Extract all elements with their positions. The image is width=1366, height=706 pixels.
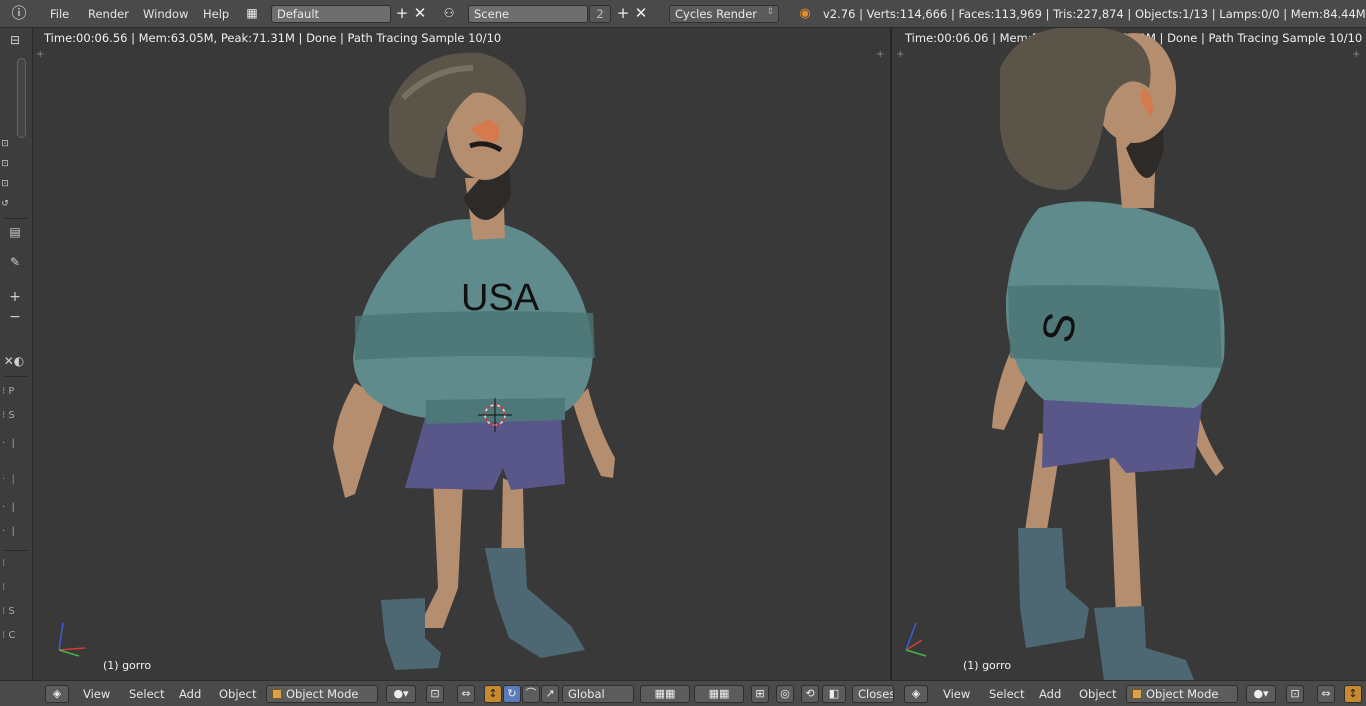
menu-view[interactable]: View <box>943 687 970 701</box>
menu-add[interactable]: Add <box>1039 687 1061 701</box>
shelf-row-handle[interactable]: ⁝ C <box>2 630 15 641</box>
shirt-text: USA <box>461 277 540 319</box>
render-engine-select[interactable]: Cycles Render ⇕ <box>669 5 779 23</box>
axis-gizmo-icon <box>905 622 927 657</box>
manipulator-toggle-icon[interactable]: ⇔ <box>457 685 475 703</box>
object-mode-icon <box>272 689 282 699</box>
snap-element-icon[interactable]: ◧ <box>822 685 846 703</box>
shelf-row-handle[interactable]: ⁝ S <box>2 410 15 421</box>
viewport-left[interactable]: Time:00:06.56 | Mem:63.05M, Peak:71.31M … <box>33 28 892 680</box>
add-scene-button[interactable]: + <box>614 5 632 23</box>
info-icon[interactable]: ⓘ <box>10 5 28 23</box>
mode-label: Object Mode <box>286 687 359 701</box>
menu-object[interactable]: Object <box>219 687 256 701</box>
camera-icon-2[interactable]: ⊡ <box>0 156 12 172</box>
add-layout-button[interactable]: + <box>393 5 411 23</box>
camera-icon-3[interactable]: ⊡ <box>0 176 12 192</box>
shelf-scrollbar[interactable] <box>17 58 26 138</box>
camera-icon[interactable]: ⊡ <box>0 136 12 152</box>
shelf-row-handle[interactable]: · | <box>2 474 15 485</box>
active-object-label: (1) gorro <box>963 659 1012 672</box>
menu-file[interactable]: File <box>50 7 69 21</box>
tool-shelf: ⊟ ⊡ ⊡ ⊡ ↺ ▤ ✎ + − ✕◐ ⁝ P ⁝ S · | · | · |… <box>0 28 33 680</box>
lock-layers-icon[interactable]: ⊞ <box>751 685 769 703</box>
menu-select[interactable]: Select <box>989 687 1024 701</box>
mode-label: Object Mode <box>1146 687 1219 701</box>
pivot-point-icon[interactable]: ⊡ <box>1286 685 1304 703</box>
translate-icon[interactable]: ↕ <box>1344 685 1362 703</box>
transform-icon[interactable]: ↗ <box>541 685 559 703</box>
layers-icon-2[interactable]: ▦▦ <box>694 685 744 703</box>
chevron-updown-icon: ⇕ <box>766 7 774 17</box>
render-engine-label: Cycles Render <box>675 7 758 21</box>
shelf-row-handle[interactable]: ⁝ <box>2 582 5 593</box>
shelf-row-handle[interactable]: · | <box>2 502 15 513</box>
snap-toggle-icon[interactable]: ⟲ <box>801 685 819 703</box>
rotate-icon[interactable]: ↻ <box>503 685 521 703</box>
scene-users-count: 2 <box>589 5 611 23</box>
translate-icon[interactable]: ↕ <box>484 685 502 703</box>
zoom-in-icon[interactable]: + <box>8 289 22 305</box>
shelf-row-handle[interactable]: ⁝ <box>2 558 5 569</box>
snap-target-label: Closes <box>858 687 894 701</box>
screen-layout-icon[interactable]: ▦ <box>243 5 261 23</box>
divider <box>4 376 28 377</box>
menu-render[interactable]: Render <box>88 7 129 21</box>
editor-type-icon[interactable]: ◈ <box>904 685 928 703</box>
viewport-shading-icon[interactable]: ●▾ <box>386 685 416 703</box>
shelf-row-handle[interactable]: · | <box>2 438 15 449</box>
viewport-shading-icon[interactable]: ●▾ <box>1246 685 1276 703</box>
object-mode-icon <box>1132 689 1142 699</box>
info-header: ⓘ File Render Window Help ▦ Default + ✕ … <box>0 0 1366 28</box>
viewport-right[interactable]: Time:00:06.06 | Mem:56.32M, Peak:56.32M … <box>894 28 1366 680</box>
view3d-header: ◈ View Select Add Object Object Mode ●▾ … <box>0 680 1366 706</box>
scene-field[interactable]: Scene <box>468 5 588 23</box>
shelf-row-handle[interactable]: · | <box>2 526 15 537</box>
orientation-label: Global <box>568 687 605 701</box>
menu-object[interactable]: Object <box>1079 687 1116 701</box>
delete-icon[interactable]: ✕◐ <box>2 353 26 369</box>
editor-type-icon[interactable]: ⊟ <box>4 32 26 48</box>
zoom-out-icon[interactable]: − <box>8 309 22 325</box>
layers-icon[interactable]: ▦▦ <box>640 685 690 703</box>
menu-window[interactable]: Window <box>143 7 188 21</box>
menu-view[interactable]: View <box>83 687 110 701</box>
render-canvas: USA <box>58 52 615 670</box>
blender-logo-icon: ◉ <box>799 6 811 21</box>
divider <box>4 218 28 219</box>
scene-icon[interactable]: ⚇ <box>440 5 458 23</box>
scene-statistics: v2.76 | Verts:114,666 | Faces:113,969 | … <box>823 7 1366 21</box>
divider <box>4 550 28 551</box>
editor-type-icon[interactable]: ◈ <box>45 685 69 703</box>
active-object-label: (1) gorro <box>103 659 152 672</box>
screen-layout-field[interactable]: Default <box>271 5 391 23</box>
hook-icon[interactable]: ↺ <box>0 196 12 212</box>
shelf-row-handle[interactable]: ⁝ S <box>2 606 15 617</box>
scale-icon[interactable]: ⌒ <box>522 685 540 703</box>
tools-icon[interactable]: ✎ <box>4 254 26 270</box>
mode-select[interactable]: Object Mode <box>266 685 378 703</box>
character-side: S <box>992 28 1225 680</box>
mode-select[interactable]: Object Mode <box>1126 685 1238 703</box>
shelf-row-handle[interactable]: ⁝ P <box>2 386 14 397</box>
remove-layout-button[interactable]: ✕ <box>411 5 429 23</box>
menu-help[interactable]: Help <box>203 7 229 21</box>
orientation-select[interactable]: Global <box>562 685 634 703</box>
render-canvas: S <box>905 28 1225 680</box>
pivot-point-icon[interactable]: ⊡ <box>426 685 444 703</box>
proportional-edit-icon[interactable]: ◎ <box>776 685 794 703</box>
snap-target-select[interactable]: Closes <box>852 685 894 703</box>
remove-scene-button[interactable]: ✕ <box>632 5 650 23</box>
axis-gizmo-icon <box>58 622 86 657</box>
properties-toggle-icon[interactable]: ▤ <box>4 224 26 240</box>
menu-add[interactable]: Add <box>179 687 201 701</box>
manipulator-toggle-icon[interactable]: ⇔ <box>1317 685 1335 703</box>
character-front: USA <box>333 52 615 670</box>
menu-select[interactable]: Select <box>129 687 164 701</box>
